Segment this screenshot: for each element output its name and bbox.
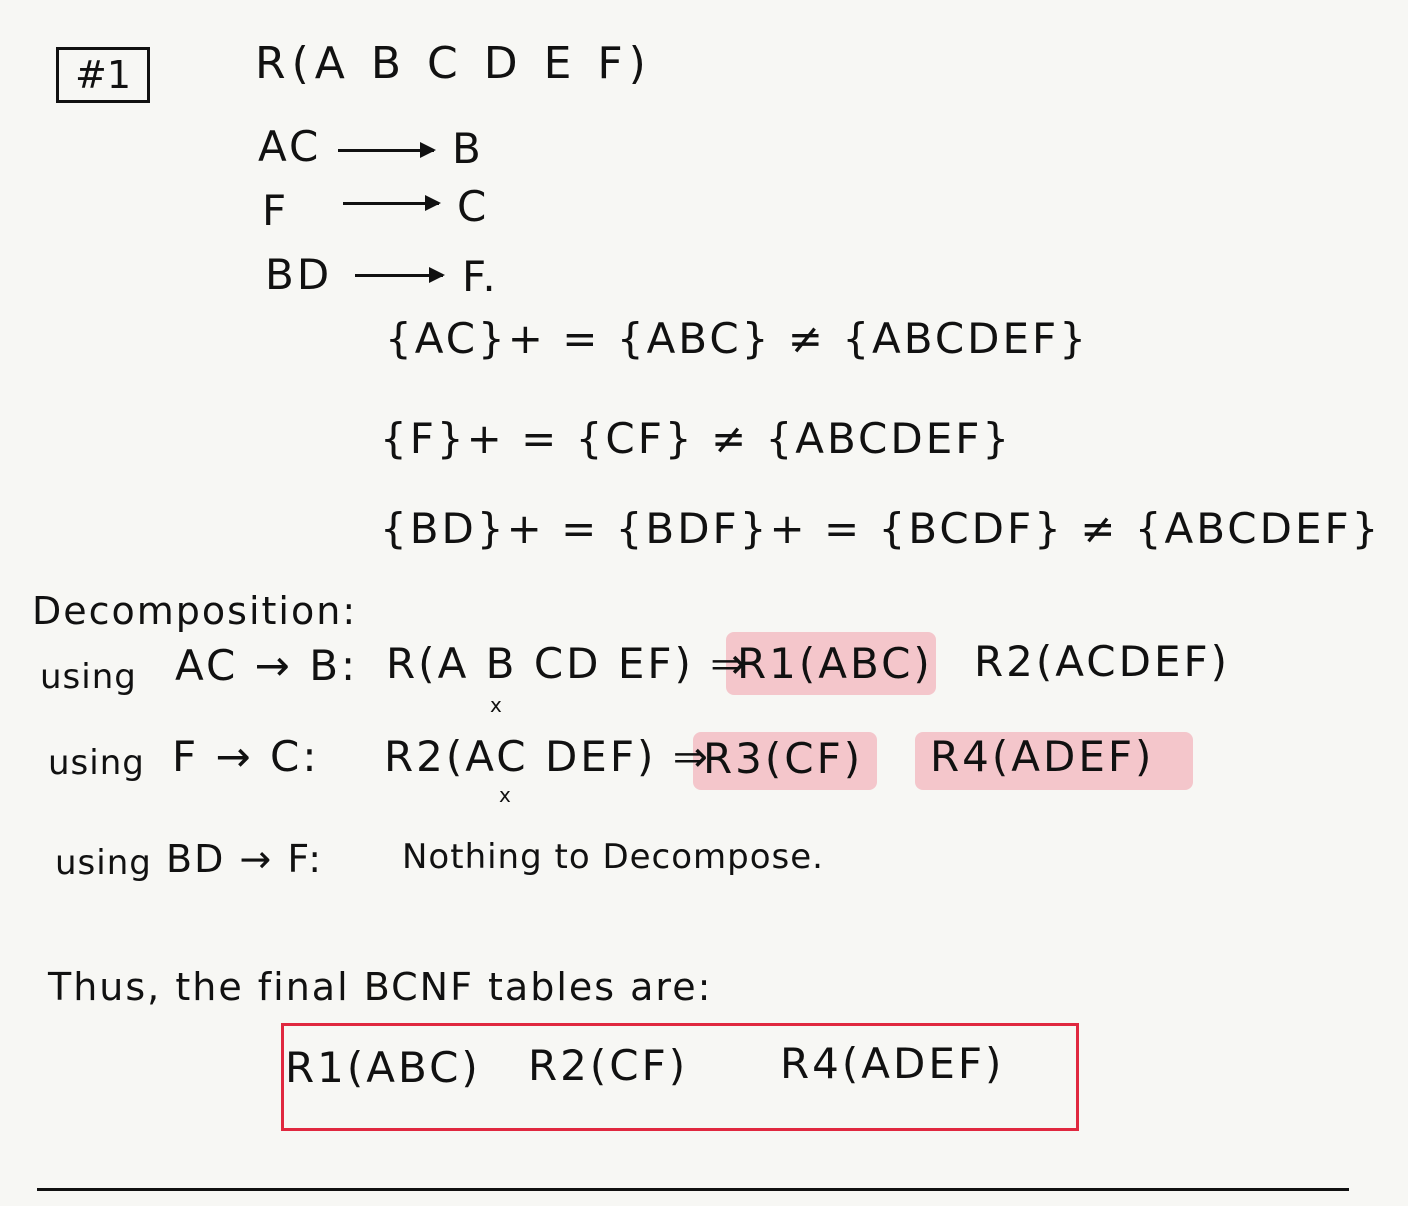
fd-1-arrow bbox=[338, 142, 436, 158]
step-1-strike-mark: x bbox=[490, 693, 502, 717]
step-3-note: Nothing to Decompose. bbox=[402, 837, 824, 877]
closure-bd: {BD}+ = {BDF}+ = {BCDF} ≠ {ABCDEF} bbox=[380, 504, 1382, 553]
closure-f: {F}+ = {CF} ≠ {ABCDEF} bbox=[380, 414, 1013, 463]
step-3-using: using bbox=[55, 843, 152, 883]
relation-schema: R(A B C D E F) bbox=[255, 38, 652, 89]
fd-3-lhs: BD bbox=[265, 250, 333, 299]
fd-3-arrow bbox=[355, 267, 445, 283]
fd-2-arrow bbox=[343, 195, 441, 211]
step-2-result-r4: R4(ADEF) bbox=[930, 732, 1155, 781]
conclusion-text: Thus, the final BCNF tables are: bbox=[48, 965, 713, 1009]
bottom-divider bbox=[37, 1188, 1349, 1191]
step-1-relation: R(A B CD EF) ⇒ bbox=[386, 639, 749, 688]
step-2-relation: R2(AC DEF) ⇒ bbox=[384, 732, 711, 781]
final-table-r2: R2(CF) bbox=[528, 1041, 689, 1090]
fd-2-rhs: C bbox=[457, 182, 490, 231]
step-1-fd: AC → B: bbox=[175, 641, 359, 690]
step-2-using: using bbox=[48, 743, 145, 783]
fd-1-rhs: B bbox=[452, 124, 484, 173]
fd-2-lhs: F bbox=[262, 186, 290, 235]
fd-1-lhs: AC bbox=[258, 122, 322, 171]
decomposition-heading: Decomposition: bbox=[32, 589, 358, 633]
step-1-result-r1: R1(ABC) bbox=[737, 639, 933, 688]
closure-ac: {AC}+ = {ABC} ≠ {ABCDEF} bbox=[385, 314, 1089, 363]
step-2-result-r3: R3(CF) bbox=[703, 734, 864, 783]
step-2-fd: F → C: bbox=[172, 732, 320, 781]
step-1-using: using bbox=[40, 657, 137, 697]
step-3-fd: BD → F: bbox=[166, 837, 324, 881]
final-table-r1: R1(ABC) bbox=[285, 1043, 481, 1092]
step-1-result-r2: R2(ACDEF) bbox=[974, 637, 1231, 686]
step-2-strike-mark: x bbox=[499, 783, 511, 807]
final-table-r4: R4(ADEF) bbox=[780, 1039, 1005, 1088]
problem-number-label: #1 bbox=[56, 47, 150, 103]
fd-3-rhs: F. bbox=[462, 252, 499, 301]
